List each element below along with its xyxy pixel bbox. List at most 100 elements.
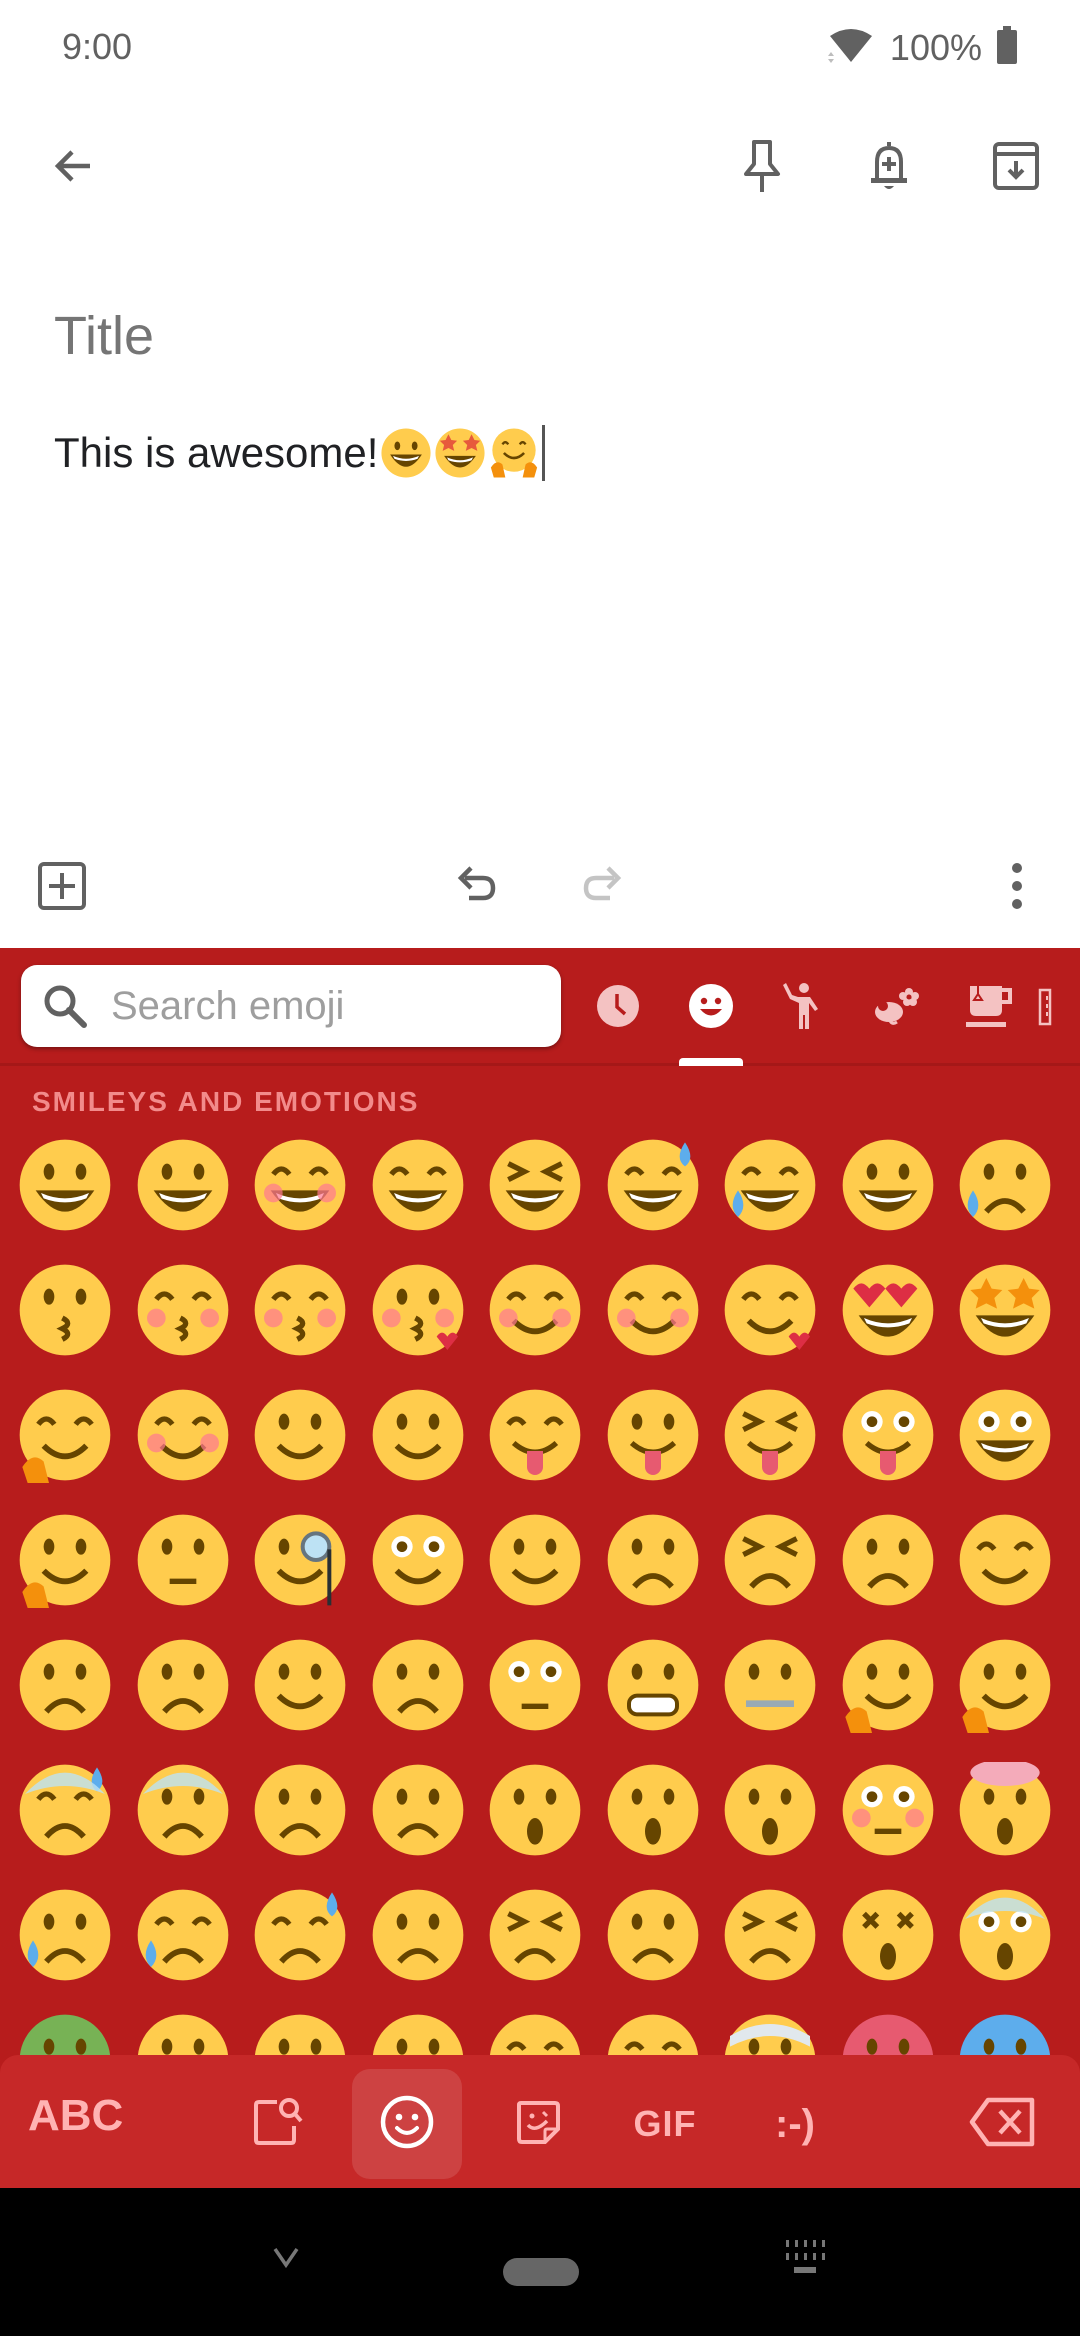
grinning-squinting-face-emoji[interactable] [480,1130,590,1240]
anxious-face-sweat-emoji[interactable] [10,1755,120,1865]
person-waving-icon [780,981,828,1036]
tab-people[interactable] [764,968,844,1048]
grinning-face-sweat-emoji[interactable] [598,1130,708,1240]
slightly-smiling-face-emoji[interactable] [128,1380,238,1490]
tab-food-drink[interactable] [950,968,1030,1048]
grinning-face-emoji[interactable] [10,1130,120,1240]
abc-button[interactable]: ABC [28,2091,123,2141]
worried-face-emoji[interactable] [363,1630,473,1740]
emoticon-button[interactable]: :-) [740,2069,850,2179]
gif-button[interactable]: GIF [610,2069,720,2179]
note-title-input[interactable] [54,305,1024,367]
face-screaming-fear-emoji[interactable] [950,1880,1060,1990]
face-with-tongue-emoji[interactable] [598,1380,708,1490]
face-raised-eyebrow-emoji[interactable] [128,1505,238,1615]
persevering-face-emoji[interactable] [715,1505,825,1615]
unamused-face-emoji[interactable] [598,1505,708,1615]
kissing-face-closed-eyes-emoji[interactable] [245,1255,355,1365]
grimacing-face-emoji[interactable] [598,1630,708,1740]
switch-input-button[interactable] [770,2230,840,2290]
heart-eyes-emoji[interactable] [833,1255,943,1365]
crying-face-emoji[interactable] [10,1880,120,1990]
emoji-mode-button[interactable] [352,2069,462,2179]
star-struck-emoji[interactable] [950,1255,1060,1365]
upside-down-face-emoji[interactable] [245,1380,355,1490]
rolling-on-floor-laughing-emoji[interactable] [833,1130,943,1240]
dizzy-face-emoji[interactable] [833,1880,943,1990]
hide-keyboard-button[interactable] [260,2233,312,2285]
shushing-face-emoji[interactable] [833,1630,943,1740]
delete-button[interactable] [948,2069,1058,2179]
emoji-keyboard: SMILEYS AND EMOTIONS ABC GIF :-) [0,948,1080,2188]
add-button[interactable] [26,852,98,924]
face-with-monocle-emoji[interactable] [245,1505,355,1615]
smiling-face-emoji[interactable] [480,1255,590,1365]
section-label: SMILEYS AND EMOTIONS [32,1086,420,1117]
more-options-button[interactable] [981,852,1053,924]
tired-face-emoji[interactable] [715,1880,825,1990]
grinning-face-smiling-eyes-emoji[interactable] [245,1130,355,1240]
arrow-left-icon [50,142,98,195]
home-button[interactable] [503,2258,579,2286]
face-open-mouth-emoji[interactable] [480,1755,590,1865]
anguished-face-emoji[interactable] [363,1755,473,1865]
tab-animals-nature[interactable] [857,968,937,1048]
hushed-face-emoji[interactable] [598,1755,708,1865]
flushed-face-emoji[interactable] [833,1755,943,1865]
zipper-mouth-face-emoji[interactable] [715,1630,825,1740]
sticker-button[interactable] [483,2069,593,2179]
star-struck-emoji [434,427,486,479]
face-tears-of-joy-emoji[interactable] [715,1130,825,1240]
emoji-search-button[interactable] [224,2069,334,2179]
winking-face-emoji[interactable] [363,1380,473,1490]
face-rolling-eyes-emoji[interactable] [363,1505,473,1615]
loudly-crying-face-emoji[interactable] [950,1130,1060,1240]
grinning-face-big-eyes-emoji[interactable] [128,1130,238,1240]
pleading-face-emoji[interactable] [480,1630,590,1740]
face-blowing-kiss-emoji[interactable] [363,1255,473,1365]
frowning-open-mouth-emoji[interactable] [245,1755,355,1865]
emoji-row [10,1130,1070,1240]
reminder-button[interactable] [853,132,925,204]
fearful-face-emoji[interactable] [128,1755,238,1865]
face-savoring-food-emoji[interactable] [480,1380,590,1490]
weary-face-emoji[interactable] [598,1880,708,1990]
kissing-face-emoji[interactable] [10,1255,120,1365]
redo-button[interactable] [566,852,638,924]
thinking-face-emoji[interactable] [10,1505,120,1615]
relieved-face-emoji[interactable] [950,1505,1060,1615]
smiling-face-hearts-emoji[interactable] [715,1255,825,1365]
zany-face-emoji[interactable] [950,1380,1060,1490]
hugging-face-emoji[interactable] [10,1380,120,1490]
sad-relieved-face-emoji[interactable] [128,1880,238,1990]
pensive-face-emoji[interactable] [833,1505,943,1615]
winking-face-tongue-emoji[interactable] [833,1380,943,1490]
exploding-head-emoji[interactable] [950,1755,1060,1865]
smirking-face-emoji[interactable] [480,1505,590,1615]
smiling-face-smiling-eyes-emoji[interactable] [598,1255,708,1365]
emoji-search-box[interactable] [21,965,561,1047]
kissing-face-smiling-eyes-emoji[interactable] [128,1255,238,1365]
note-body-input[interactable]: This is awesome! [54,418,1024,488]
frowning-face-emoji[interactable] [10,1630,120,1740]
status-time: 9:00 [62,26,133,67]
tab-travel[interactable] [1038,968,1080,1048]
beaming-face-emoji[interactable] [363,1130,473,1240]
pin-button[interactable] [726,132,798,204]
emoji-search-input[interactable] [111,983,531,1029]
back-button[interactable] [38,132,110,204]
squinting-face-tongue-emoji[interactable] [715,1380,825,1490]
building-icon [1038,986,1052,1031]
disappointed-face-emoji[interactable] [363,1880,473,1990]
emoji-row [10,1755,1070,1865]
archive-button[interactable] [980,132,1052,204]
confounded-face-emoji[interactable] [480,1880,590,1990]
face-hand-over-mouth-emoji[interactable] [950,1630,1060,1740]
astonished-face-emoji[interactable] [715,1755,825,1865]
tab-recent[interactable] [578,968,658,1048]
slightly-frowning-face-emoji[interactable] [128,1630,238,1740]
downcast-face-sweat-emoji[interactable] [245,1880,355,1990]
undo-button[interactable] [441,852,513,924]
tab-smileys[interactable] [671,968,751,1048]
confused-face-emoji[interactable] [245,1630,355,1740]
